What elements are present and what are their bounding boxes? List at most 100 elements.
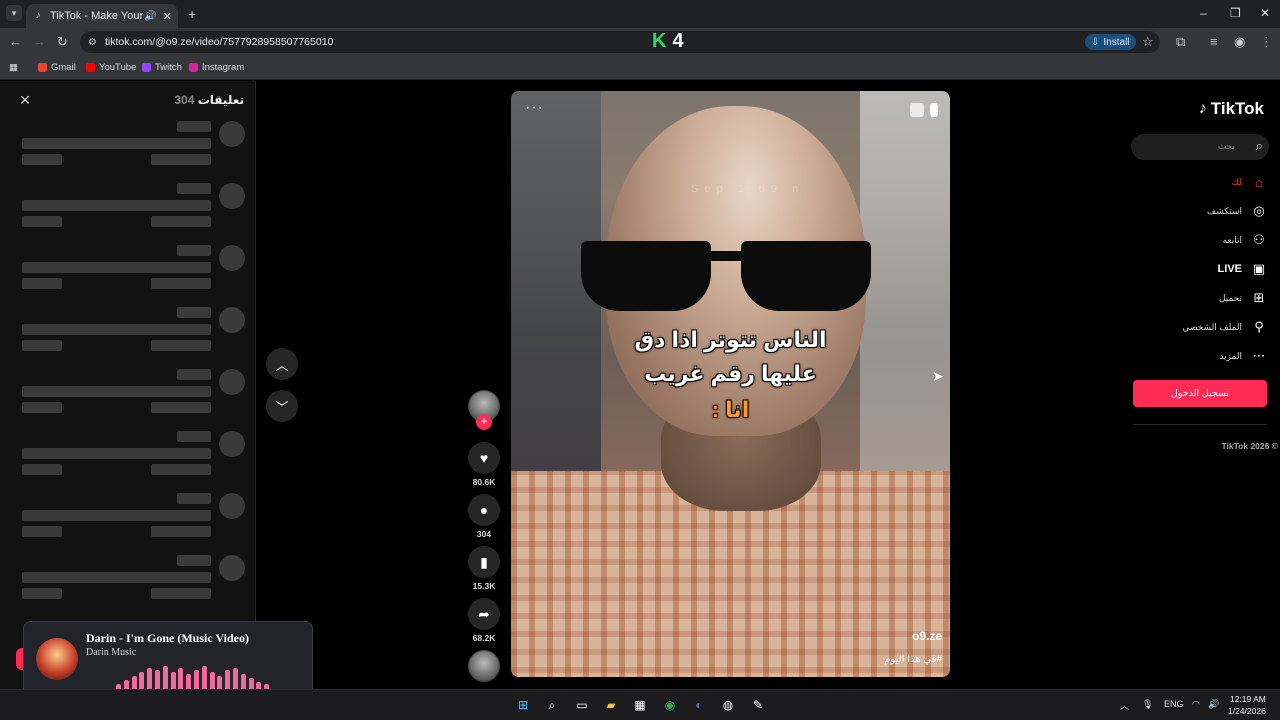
file-explorer-icon[interactable]: ▰ (603, 697, 619, 713)
sidebar-item-foryou[interactable]: لك ⌂ (1232, 173, 1268, 191)
tab-search-button[interactable]: ▾ (6, 5, 22, 21)
login-button[interactable]: تسجيل الدخول (1133, 380, 1267, 407)
comment-count: 304 (476, 529, 492, 539)
bookmark-instagram[interactable]: Instagram (189, 62, 244, 73)
search-placeholder: بحث (1217, 141, 1235, 151)
share-icon: ➦ (468, 598, 500, 630)
apps-grid-icon[interactable]: ▦ (9, 62, 18, 73)
copyright-text: TikTok 2026 © (1221, 441, 1278, 451)
extensions-icon[interactable]: ⧉ (1176, 34, 1185, 50)
install-app-button[interactable]: ⇩ Install (1085, 34, 1136, 50)
comments-header: ✕ تعليقات 304 (0, 81, 256, 119)
address-bar[interactable]: ⚙ tiktok.com/@o9.ze/video/75779289585077… (80, 31, 1160, 53)
comment-button[interactable]: ● 304 (466, 494, 502, 539)
video-username[interactable]: o9.ze (912, 629, 942, 643)
video-more-options-icon[interactable]: ··· (525, 99, 544, 117)
visualizer-bar (201, 666, 207, 690)
new-tab-button[interactable]: + (188, 6, 196, 22)
app-icon[interactable]: ✎ (750, 697, 766, 713)
comment-skeleton-name (177, 245, 211, 256)
album-art (36, 638, 78, 680)
profile-avatar-icon[interactable]: ◉ (1234, 34, 1245, 50)
browser-tab[interactable]: ♪ TikTok - Make Your Day 🔊 ✕ (26, 4, 178, 28)
discord-icon[interactable]: ◐ (691, 697, 707, 713)
back-icon[interactable]: ← (9, 34, 22, 49)
instagram-icon (189, 63, 198, 72)
microphone-icon[interactable]: 🎙 (1142, 699, 1153, 710)
next-video-button[interactable]: ﹀ (266, 390, 298, 422)
wifi-icon[interactable]: ◠ (1192, 699, 1200, 710)
comment-skeleton-meta (22, 216, 62, 227)
video-watermark: Sep 1 69 n (691, 183, 805, 195)
windows-start-icon[interactable]: ⊞ (515, 697, 531, 713)
sidebar-item-following[interactable]: اتابعه ⚇ (1223, 231, 1268, 249)
comment-skeleton-meta (151, 588, 211, 599)
reload-icon[interactable]: ↻ (57, 34, 68, 50)
speaker-icon[interactable]: 🔊 (144, 11, 156, 22)
video-caption-line2: عليها رقم غريب (644, 361, 817, 386)
play-pause-icon[interactable] (930, 103, 938, 117)
sidebar-item-upload[interactable]: تحميل ⊞ (1219, 289, 1268, 307)
sidebar-item-live[interactable]: LIVE ▣ (1218, 260, 1268, 278)
comment-skeleton-meta (151, 464, 211, 475)
sidebar-item-profile[interactable]: الملف الشخصي ⚲ (1182, 318, 1268, 336)
comment-skeleton-avatar (219, 183, 245, 209)
bookmark-youtube[interactable]: YouTube (86, 62, 136, 73)
chevron-down-icon: ﹀ (275, 399, 289, 415)
search-icon[interactable]: ⌕ (544, 697, 560, 713)
language-indicator[interactable]: ENG (1164, 699, 1184, 709)
volume-icon[interactable] (910, 103, 924, 117)
comment-skeleton-text (22, 138, 211, 149)
gmail-icon (38, 63, 47, 72)
search-input[interactable]: بحث ⌕ (1131, 134, 1269, 160)
chrome-icon[interactable]: ◉ (662, 697, 678, 713)
comment-skeleton-meta (22, 526, 62, 537)
save-button[interactable]: ▮ 15.3K (466, 546, 502, 591)
upload-icon: ⊞ (1253, 290, 1265, 305)
visualizer-bar (139, 672, 145, 690)
like-count: 80.6K (472, 477, 496, 487)
system-clock[interactable]: 12:19 AM 1/24/2026 (1228, 693, 1266, 717)
music-disc-button[interactable] (466, 650, 502, 682)
task-view-icon[interactable]: ▭ (574, 697, 590, 713)
media-control-icon[interactable]: ≡ (1210, 34, 1218, 49)
video-player[interactable]: Sep 1 69 n الناس تتوتر اذا دق عليها رقم … (511, 91, 950, 677)
close-tab-icon[interactable]: ✕ (163, 10, 172, 23)
store-icon[interactable]: ▦ (632, 697, 648, 713)
steam-icon[interactable]: ◍ (720, 697, 736, 713)
video-caption-line1: الناس تتوتر اذا دق (634, 327, 827, 352)
comment-icon: ● (468, 494, 500, 526)
comment-skeleton-avatar (219, 369, 245, 395)
home-icon: ⌂ (1255, 174, 1263, 190)
bookmark-gmail[interactable]: Gmail (38, 62, 76, 73)
tray-chevron-icon[interactable]: ︿ (1120, 699, 1129, 712)
bookmark-twitch[interactable]: Twitch (142, 62, 182, 73)
like-button[interactable]: ♥ 80.6K (466, 442, 502, 487)
previous-video-button[interactable]: ︿ (266, 348, 298, 380)
creator-avatar-button[interactable]: + (466, 390, 502, 430)
close-comments-icon[interactable]: ✕ (16, 91, 34, 109)
forward-icon[interactable]: → (33, 34, 46, 49)
share-button[interactable]: ➦ 68.2K (466, 598, 502, 643)
volume-tray-icon[interactable]: 🔊 (1208, 699, 1219, 710)
tiktok-logo[interactable]: ♪ TikTok (1199, 99, 1264, 119)
video-hashtag[interactable]: #في هذا اليوم (884, 654, 942, 665)
site-info-icon[interactable]: ⚙ (88, 37, 97, 48)
browser-menu-icon[interactable]: ⋮ (1260, 34, 1273, 50)
bookmark-star-icon[interactable]: ☆ (1142, 34, 1154, 50)
comment-skeleton-text (22, 448, 211, 459)
sidebar-item-more[interactable]: المزيد ⋯ (1219, 347, 1268, 365)
comment-skeleton-name (177, 121, 211, 132)
visualizer-bar (240, 674, 246, 690)
restore-icon[interactable]: ❐ (1230, 6, 1241, 20)
tiktok-sidebar: ♪ TikTok بحث ⌕ لك ⌂ استكشف ◎ اتابعه ⚇ LI… (1128, 81, 1280, 689)
comment-skeleton-name (177, 555, 211, 566)
minimize-icon[interactable]: – (1200, 6, 1207, 20)
search-icon[interactable]: ⌕ (1256, 138, 1263, 154)
follow-plus-icon[interactable]: + (476, 414, 492, 430)
visualizer-bar (178, 668, 184, 690)
lens-right (741, 241, 871, 311)
media-notification[interactable]: Darin - I'm Gone (Music Video) Darin Mus… (23, 621, 313, 695)
sidebar-item-explore[interactable]: استكشف ◎ (1207, 202, 1268, 220)
close-window-icon[interactable]: ✕ (1260, 6, 1270, 20)
